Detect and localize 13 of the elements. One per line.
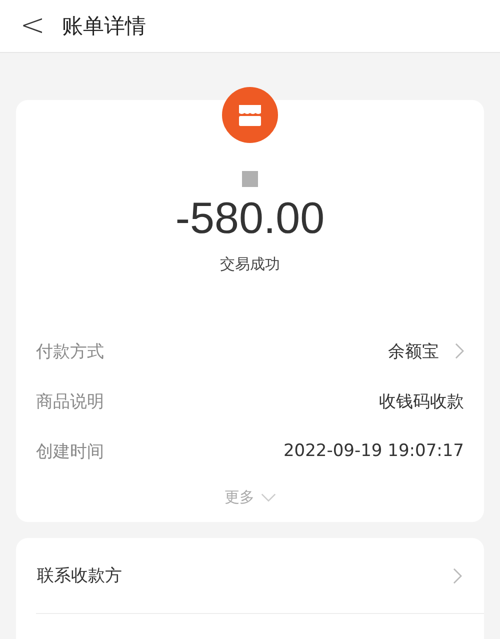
- page-title: 账单详情: [62, 13, 146, 40]
- detail-value: 2022-09-19 19:07:17: [283, 441, 464, 461]
- amount-text: -580.00: [175, 197, 325, 241]
- chevron-down-icon: [260, 493, 276, 502]
- detail-label: 创建时间: [36, 440, 104, 462]
- back-button[interactable]: <: [20, 11, 40, 41]
- redacted-name: [242, 171, 258, 187]
- detail-label: 商品说明: [36, 390, 104, 412]
- detail-value[interactable]: 余额宝: [388, 340, 439, 362]
- detail-value: 收钱码收款: [379, 390, 464, 412]
- detail-label: 付款方式: [36, 340, 104, 362]
- contact-payee-item[interactable]: 联系收款方: [37, 564, 122, 587]
- status-text: 交易成功: [220, 255, 280, 274]
